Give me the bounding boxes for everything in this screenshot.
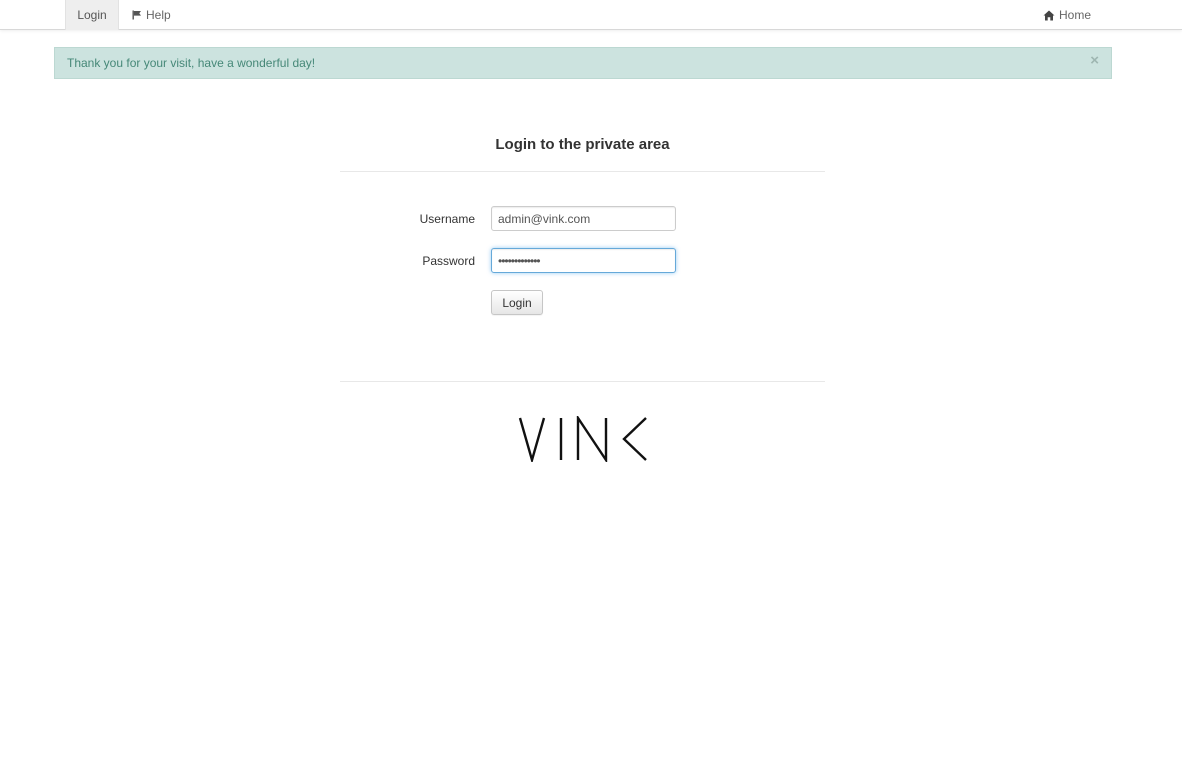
page-title: Login to the private area [495,136,670,153]
username-field[interactable] [491,206,676,231]
password-label: Password [422,254,475,268]
nav-help-label: Help [146,8,171,22]
vink-logo [518,414,648,465]
nav-login[interactable]: Login [65,0,119,30]
home-icon [1043,10,1055,21]
nav-login-label: Login [77,8,107,22]
close-icon[interactable]: × [1090,53,1099,68]
password-field[interactable] [491,248,676,273]
nav-home[interactable]: Home [1043,0,1091,30]
success-alert: Thank you for your visit, have a wonderf… [54,47,1112,79]
nav-help[interactable]: Help [132,0,171,30]
divider-top [340,171,825,172]
login-button[interactable]: Login [491,290,543,315]
alert-message: Thank you for your visit, have a wonderf… [67,56,316,70]
divider-bottom [340,381,825,382]
flag-icon [132,10,142,20]
username-label: Username [419,212,475,226]
top-navbar: Login Help Home [0,0,1182,30]
nav-home-label: Home [1059,8,1092,22]
